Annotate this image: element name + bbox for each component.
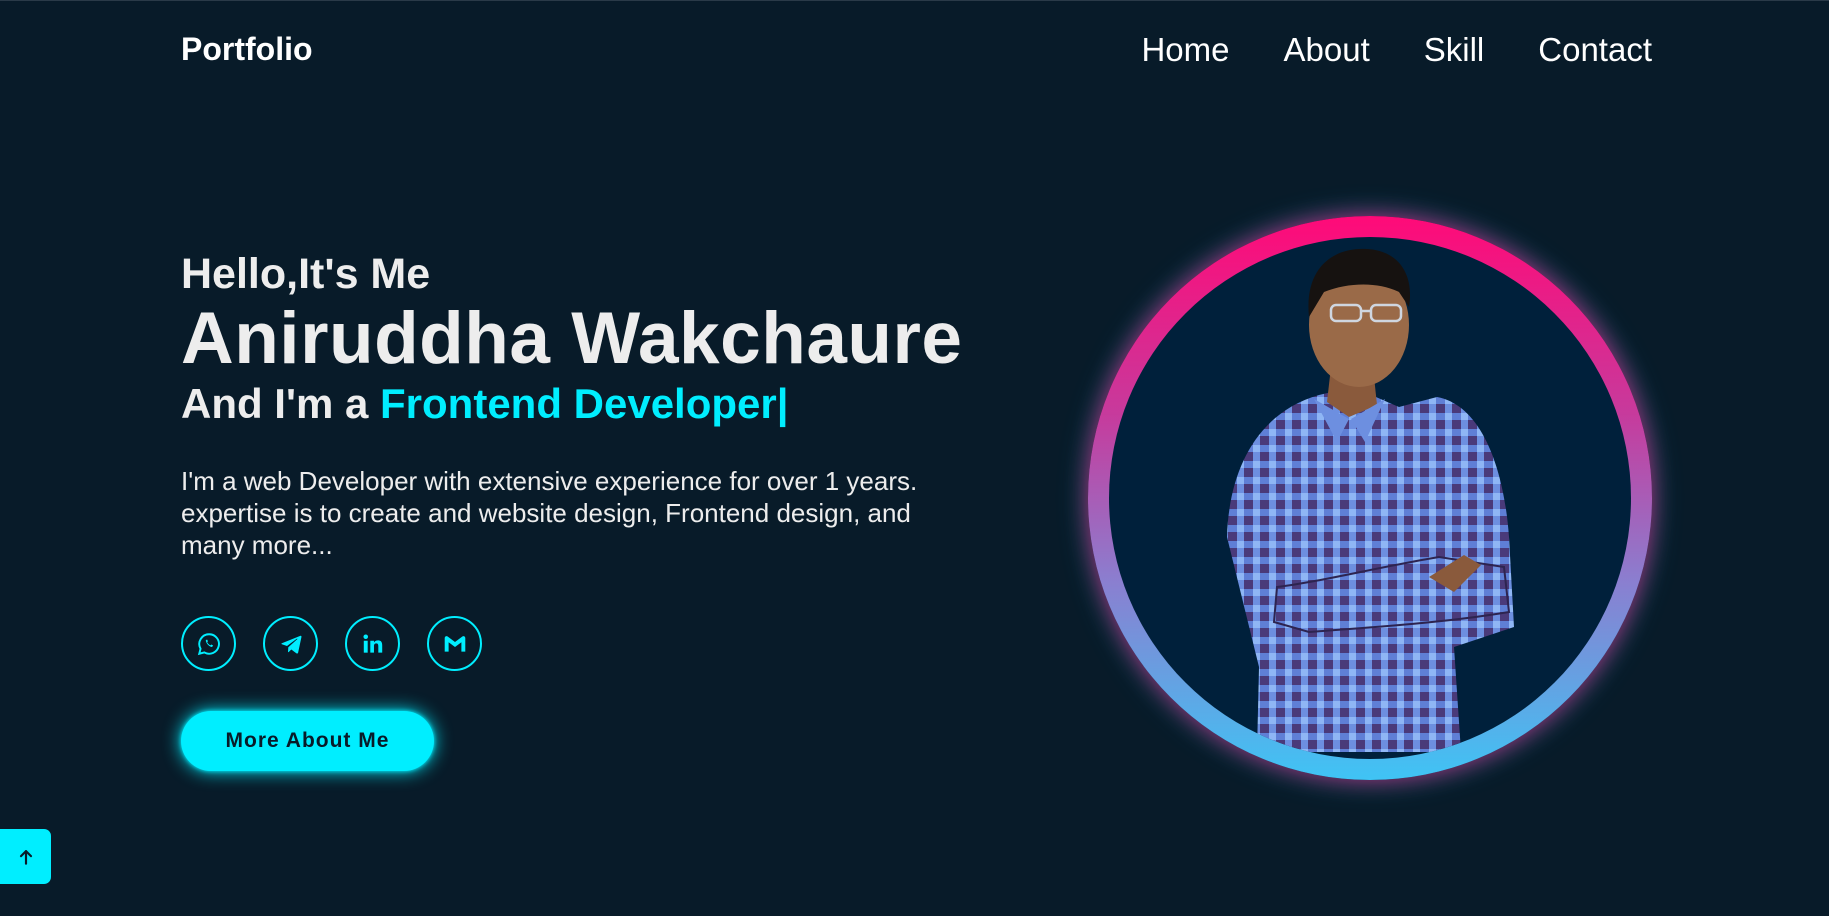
nav-contact[interactable]: Contact	[1538, 31, 1652, 69]
nav-skill[interactable]: Skill	[1424, 31, 1485, 69]
logo[interactable]: Portfolio	[181, 31, 313, 68]
social-links	[181, 616, 482, 671]
gmail-link[interactable]	[427, 616, 482, 671]
telegram-icon	[280, 635, 301, 653]
person-illustration	[1227, 248, 1514, 752]
description: I'm a web Developer with extensive exper…	[181, 466, 918, 561]
profile-photo-frame	[1088, 216, 1652, 780]
role-line: And I'm a Frontend Developer|	[181, 381, 1041, 427]
whatsapp-icon	[197, 632, 220, 655]
arrow-up-icon	[19, 849, 32, 865]
linkedin-link[interactable]	[345, 616, 400, 671]
role-prefix: And I'm a	[181, 380, 381, 428]
profile-photo	[1109, 237, 1631, 759]
page: Portfolio Home About Skill Contact Hello…	[0, 0, 1829, 916]
hero-text: Hello,It's Me Aniruddha Wakchaure And I'…	[181, 250, 1041, 561]
scroll-to-top-button[interactable]	[0, 829, 51, 884]
whatsapp-link[interactable]	[181, 616, 236, 671]
telegram-link[interactable]	[263, 616, 318, 671]
nav-about[interactable]: About	[1284, 31, 1370, 69]
role-accent: Frontend Developer|	[380, 380, 789, 428]
linkedin-icon	[362, 633, 382, 653]
nav-bar: Home About Skill Contact	[1141, 31, 1652, 69]
greeting: Hello,It's Me	[181, 250, 431, 298]
name-heading: Aniruddha Wakchaure	[181, 298, 963, 380]
more-about-me-button[interactable]: More About Me	[181, 711, 434, 771]
header: Portfolio Home About Skill Contact	[0, 1, 1829, 97]
gmail-icon	[444, 635, 465, 652]
nav-home[interactable]: Home	[1141, 31, 1229, 69]
